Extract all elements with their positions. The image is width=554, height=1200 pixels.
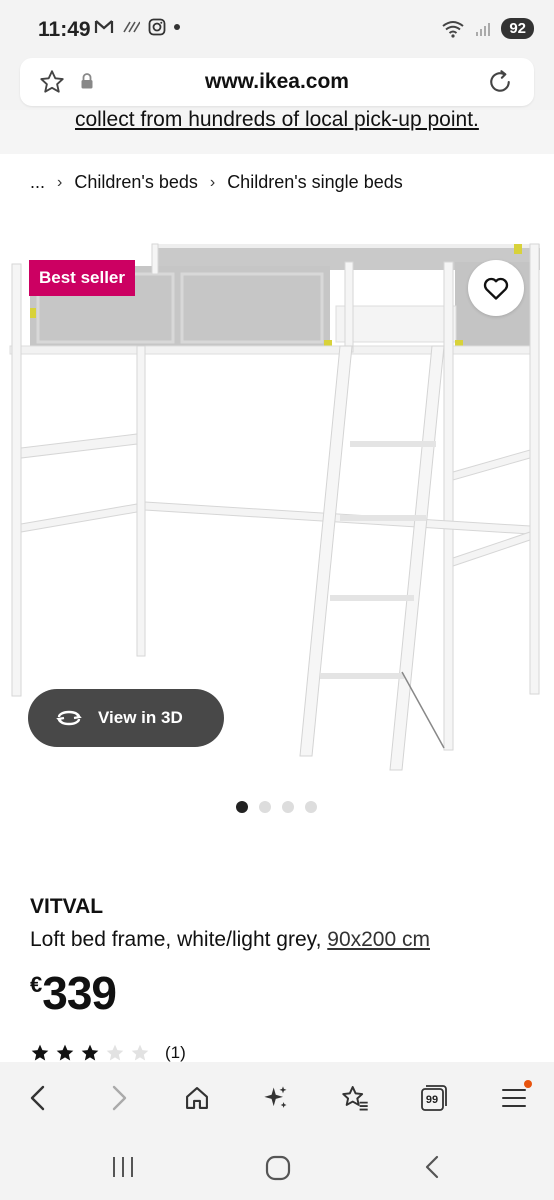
back-nav-icon[interactable] [420, 1154, 446, 1180]
battery-indicator: 92 [501, 18, 534, 39]
more-notifications-dot [174, 24, 180, 30]
wifi-icon [442, 20, 464, 38]
carousel-dot[interactable] [282, 801, 294, 813]
heart-icon [483, 277, 509, 300]
bookmarks-star-icon [342, 1086, 368, 1111]
star-empty-icon [131, 1044, 149, 1061]
product-description: Loft bed frame, white/light grey, 90x200… [30, 928, 430, 952]
home-button[interactable] [179, 1080, 215, 1116]
status-bar: 11:49 92 [0, 0, 554, 58]
price-amount: 339 [42, 967, 117, 1019]
sparkle-icon [264, 1086, 287, 1108]
rotate-3d-icon [56, 710, 82, 726]
notification-icons [94, 18, 180, 36]
carousel-dot[interactable] [305, 801, 317, 813]
back-button[interactable] [20, 1080, 56, 1116]
breadcrumb-item-childrens-beds[interactable]: Children's beds [74, 172, 198, 193]
hamburger-menu-icon [502, 1089, 526, 1107]
product-name: VITVAL [30, 895, 104, 918]
price-currency: € [30, 972, 43, 997]
signal-icon [476, 22, 491, 36]
review-count: (1) [165, 1043, 186, 1062]
gmail-icon [94, 20, 114, 33]
chevron-left-icon [30, 1085, 45, 1111]
status-time: 11:49 [38, 18, 91, 41]
carousel-dot[interactable] [259, 801, 271, 813]
product-rating[interactable]: (1) [30, 1043, 186, 1063]
product-size-link[interactable]: 90x200 cm [327, 928, 430, 951]
status-right: 92 [441, 18, 534, 39]
recent-apps-icon[interactable] [110, 1154, 136, 1180]
menu-button[interactable] [496, 1080, 532, 1116]
breadcrumb-ellipsis[interactable]: ... [30, 172, 45, 193]
wifi-calling-icon [123, 21, 140, 33]
chevron-right-icon [112, 1085, 127, 1111]
ai-assistant-button[interactable] [258, 1080, 294, 1116]
address-bar[interactable]: www.ikea.com [20, 58, 534, 106]
chevron-right-icon: › [209, 173, 216, 191]
product-price: € 339 [30, 966, 117, 1020]
instagram-icon [148, 18, 166, 36]
image-carousel-dots [236, 801, 317, 813]
tabs-button[interactable]: 99 [416, 1080, 452, 1116]
browser-url-area: www.ikea.com [0, 58, 554, 110]
browser-toolbar: 99 [0, 1062, 554, 1136]
bookmarks-button[interactable] [337, 1080, 373, 1116]
product-description-text: Loft bed frame, white/light grey, [30, 928, 328, 951]
reload-icon[interactable] [486, 68, 514, 96]
tabs-count: 99 [425, 1094, 439, 1106]
home-nav-icon[interactable] [264, 1154, 292, 1182]
url-text[interactable]: www.ikea.com [20, 70, 534, 94]
carousel-dot[interactable] [236, 801, 248, 813]
chevron-right-icon: › [57, 173, 63, 191]
favourite-button[interactable] [468, 260, 524, 316]
notification-dot [524, 1080, 532, 1088]
star-filled-icon [81, 1044, 99, 1061]
star-filled-icon [31, 1044, 49, 1061]
star-filled-icon [56, 1044, 74, 1061]
breadcrumb-item-childrens-single-beds[interactable]: Children's single beds [227, 172, 403, 193]
promo-banner: collect from hundreds of local pick-up p… [0, 110, 554, 154]
view-in-3d-label: View in 3D [98, 708, 183, 727]
star-empty-icon [106, 1044, 124, 1061]
home-icon [186, 1087, 208, 1109]
best-seller-badge: Best seller [29, 260, 135, 296]
forward-button[interactable] [101, 1080, 137, 1116]
system-navigation-bar [0, 1136, 554, 1200]
promo-banner-link[interactable]: collect from hundreds of local pick-up p… [75, 110, 479, 132]
view-in-3d-button[interactable]: View in 3D [28, 689, 224, 747]
breadcrumb: ... › Children's beds › Children's singl… [30, 172, 403, 193]
